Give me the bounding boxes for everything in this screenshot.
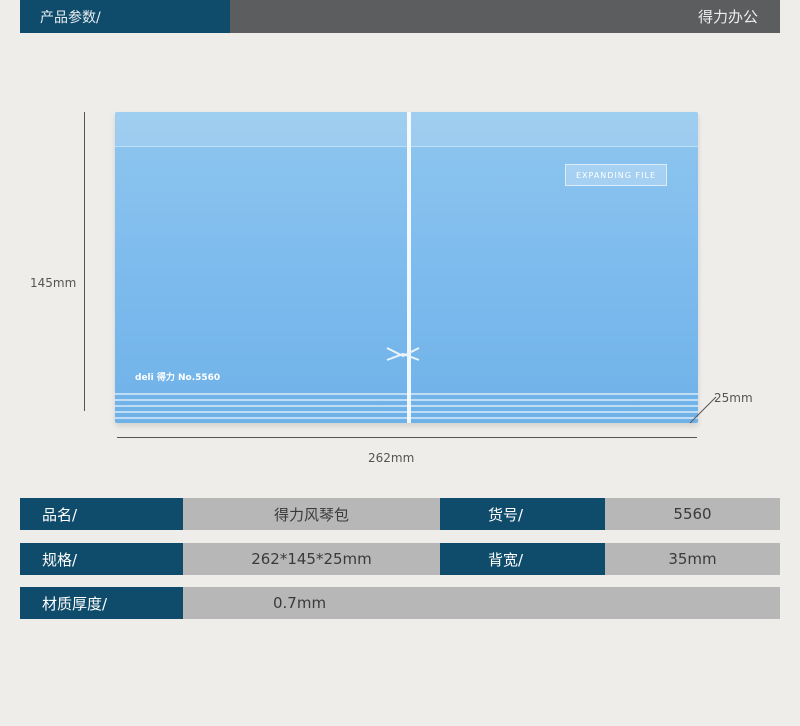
folder-brand-text: deli 得力 No.5560 (135, 373, 221, 383)
folder-gussets (115, 393, 698, 423)
spine-value: 35mm (605, 543, 780, 575)
brand-name: 得力办公 (697, 8, 758, 26)
section-title-text: 产品参数/ (40, 9, 101, 26)
size-label-text: 规格/ (42, 550, 78, 569)
name-value: 得力风琴包 (183, 498, 440, 530)
item-no-label: 货号/ (440, 498, 605, 530)
height-dimension: 145mm (30, 276, 77, 290)
expanding-file-label: EXPANDING FILE (565, 164, 667, 186)
elastic-band (407, 112, 411, 423)
clasp-icon (386, 347, 420, 361)
product-image: EXPANDING FILE deli 得力 No.5560 (115, 112, 698, 423)
size-value-text: 262*145*25mm (251, 550, 372, 568)
brand-header: 得力办公 (230, 0, 780, 33)
width-dimension-line (117, 437, 697, 438)
size-value: 262*145*25mm (183, 543, 440, 575)
thickness-label: 材质厚度/ (20, 587, 183, 619)
spine-label-text: 背宽/ (488, 550, 524, 569)
item-no-label-text: 货号/ (488, 505, 524, 524)
item-no-value: 5560 (605, 498, 780, 530)
spine-value-text: 35mm (668, 550, 717, 568)
section-title: 产品参数/ (20, 0, 230, 33)
name-label: 品名/ (20, 498, 183, 530)
name-label-text: 品名/ (42, 505, 78, 524)
height-dimension-line (84, 112, 85, 411)
thickness-label-text: 材质厚度/ (42, 594, 108, 613)
width-dimension: 262mm (368, 451, 415, 465)
size-label: 规格/ (20, 543, 183, 575)
thickness-value: 0.7mm (183, 587, 780, 619)
item-no-value-text: 5560 (673, 505, 712, 523)
name-value-text: 得力风琴包 (273, 505, 349, 524)
spine-label: 背宽/ (440, 543, 605, 575)
thickness-value-text: 0.7mm (273, 594, 327, 612)
depth-dimension: 25mm (714, 391, 753, 405)
